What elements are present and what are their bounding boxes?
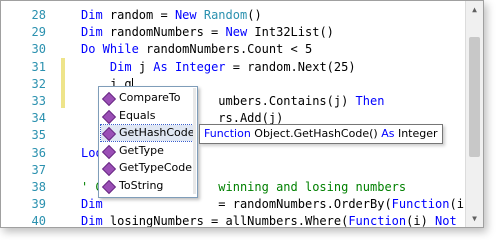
code-line[interactable]: 38 ' G winning and losing numbers [1, 179, 466, 195]
intellisense-scrollbar[interactable] [193, 88, 196, 194]
code-token: New [174, 8, 197, 22]
code-token: () [247, 8, 262, 22]
code-token: losingNumbers = allNumbers.Where( [102, 214, 349, 228]
line-number: 36 [31, 145, 46, 160]
code-text[interactable]: Dim = randomNumbers.OrderBy(Function(i) … [81, 196, 483, 212]
intellisense-item-label: Equals [119, 108, 156, 122]
intellisense-item-label: GetType [119, 143, 164, 157]
code-token: Dim [81, 197, 103, 212]
intellisense-popup[interactable]: CompareTo Equals GetHashCode GetType GetType… [98, 86, 198, 198]
code-token: randomNumbers.Count < 5 [138, 42, 313, 57]
tooltip-signature: Object.GetHashCode() [250, 127, 382, 140]
code-token: New [225, 25, 248, 40]
code-line[interactable]: 33 umbers.Contains(j) Then [1, 93, 466, 109]
code-line[interactable]: 29 Dim randomNumbers = New Int32List() [1, 24, 466, 40]
intellisense-item[interactable]: ToString [101, 178, 193, 194]
code-token: Dim [81, 214, 103, 228]
intellisense-item[interactable]: GetHashCode [100, 124, 195, 142]
code-text[interactable]: Dim j As Integer = random.Next(25) [81, 59, 356, 75]
code-token: Function [391, 197, 450, 212]
code-token: Random [203, 8, 248, 22]
line-number: 29 [31, 25, 46, 40]
code-line[interactable]: 37 [1, 162, 466, 178]
code-line[interactable]: 32 j.g [1, 76, 466, 92]
code-token: random = [102, 8, 175, 22]
intellisense-item[interactable]: CompareTo [101, 90, 193, 107]
code-token: Dim [81, 25, 103, 40]
method-icon [101, 126, 117, 142]
scrollbar-thumb[interactable] [469, 37, 480, 157]
scroll-up-arrow-icon[interactable]: ▲ [466, 1, 483, 18]
code-token: Function [348, 214, 407, 228]
code-token: As Integer [153, 59, 226, 74]
vertical-scrollbar[interactable]: ▲ ▼ [465, 1, 483, 227]
tooltip-keyword-as: As [381, 127, 395, 140]
code-line[interactable]: 40 Dim losingNumbers = allNumbers.Where(F… [1, 213, 466, 228]
code-text[interactable]: Dim randomNumbers = New Int32List() [81, 24, 334, 40]
code-token: Then [355, 94, 385, 108]
code-token: Do While [81, 42, 139, 57]
code-text[interactable]: Do While randomNumbers.Count < 5 [81, 41, 312, 57]
line-number: 28 [31, 8, 46, 22]
tooltip-keyword-function: Function [204, 127, 251, 140]
intellisense-item-label: ToString [119, 178, 164, 192]
method-icon [101, 109, 117, 124]
code-token: (i) [406, 214, 436, 228]
line-number: 31 [31, 59, 46, 74]
method-icon [101, 91, 117, 107]
code-line[interactable]: 30 Do While randomNumbers.Count < 5 [1, 41, 466, 57]
intellisense-item-label: GetHashCode [119, 126, 195, 139]
line-number: 38 [31, 180, 46, 194]
line-number: 34 [31, 111, 46, 126]
code-token: Dim [109, 59, 132, 74]
code-line[interactable]: 36 Loo [1, 145, 466, 161]
line-number: 35 [31, 128, 46, 143]
scroll-down-arrow-icon[interactable]: ▼ [466, 210, 483, 227]
code-line[interactable]: 28 Dim random = New Random() [1, 7, 466, 23]
code-token: Not [435, 214, 457, 228]
line-number: 37 [31, 162, 46, 177]
method-icon [101, 179, 117, 194]
line-number: 33 [31, 94, 46, 108]
line-number: 30 [31, 42, 46, 57]
intellisense-item[interactable]: GetType [101, 143, 193, 159]
intellisense-item[interactable]: GetTypeCode [101, 160, 193, 177]
line-number: 32 [31, 76, 46, 91]
code-token: = randomNumbers.OrderBy( [102, 197, 392, 212]
code-token: = random.Next(25) [225, 59, 356, 74]
code-token: Int32List() [247, 25, 334, 40]
code-line[interactable]: 39 Dim = randomNumbers.OrderBy(Function(i… [1, 196, 483, 212]
code-editor[interactable]: 28 Dim random = New Random() 29 Dim randomN… [0, 0, 484, 228]
line-number: 39 [31, 197, 46, 212]
code-line[interactable]: 31 Dim j As Integer = random.Next(25) [1, 59, 466, 75]
method-icon [101, 144, 117, 159]
quick-info-tooltip: Function Object.GetHashCode() As Integer [199, 124, 443, 144]
intellisense-item[interactable]: Equals [101, 108, 193, 124]
code-token: j [131, 59, 154, 74]
method-icon [101, 161, 117, 177]
tooltip-return-type: Integer [394, 127, 438, 140]
code-token: randomNumbers = [102, 25, 226, 40]
code-text[interactable]: Dim losingNumbers = allNumbers.Where(Fun… [81, 213, 457, 228]
code-token: Dim [81, 8, 103, 22]
intellisense-item-label: CompareTo [119, 91, 181, 104]
intellisense-item-label: GetTypeCode [119, 161, 193, 174]
code-text[interactable]: Dim random = New Random() [81, 7, 262, 23]
line-number: 40 [31, 214, 46, 228]
